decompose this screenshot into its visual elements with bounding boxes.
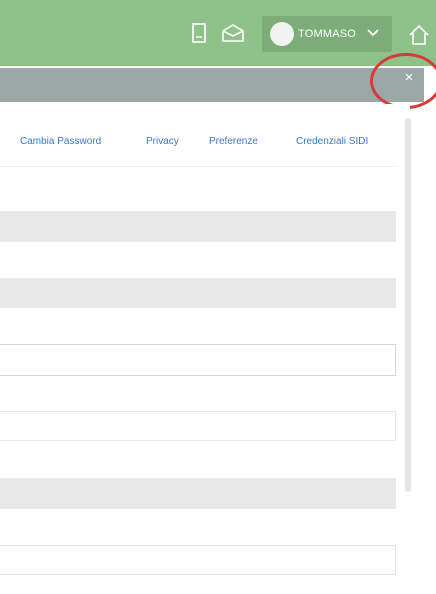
user-avatar	[270, 22, 294, 46]
user-name: TOMMASO	[298, 28, 357, 40]
close-button[interactable]: ×	[400, 68, 418, 88]
form-input-field[interactable]	[0, 344, 396, 376]
tab-credenziali-sidi[interactable]: Credenziali SIDI	[296, 136, 368, 147]
tab-divider	[0, 166, 396, 167]
chevron-down-icon	[366, 26, 380, 45]
modal-header	[0, 68, 424, 102]
tab-privacy[interactable]: Privacy	[146, 136, 179, 147]
form-input-field[interactable]	[0, 545, 396, 575]
tab-cambia-password[interactable]: Cambia Password	[20, 136, 101, 147]
form-input-field[interactable]	[0, 411, 396, 441]
scrollbar[interactable]	[405, 118, 411, 492]
tab-preferenze[interactable]: Preferenze	[209, 136, 258, 147]
form-row-readonly	[0, 478, 396, 509]
home-icon[interactable]	[408, 24, 430, 51]
document-icon[interactable]	[192, 23, 206, 48]
tab-bar: Cambia Password Privacy Preferenze Crede…	[0, 130, 396, 156]
user-menu-button[interactable]: TOMMASO	[262, 16, 392, 52]
form-row-readonly	[0, 211, 396, 242]
top-bar: TOMMASO	[0, 0, 436, 66]
form-row-readonly	[0, 278, 396, 308]
mail-icon[interactable]	[222, 24, 244, 47]
